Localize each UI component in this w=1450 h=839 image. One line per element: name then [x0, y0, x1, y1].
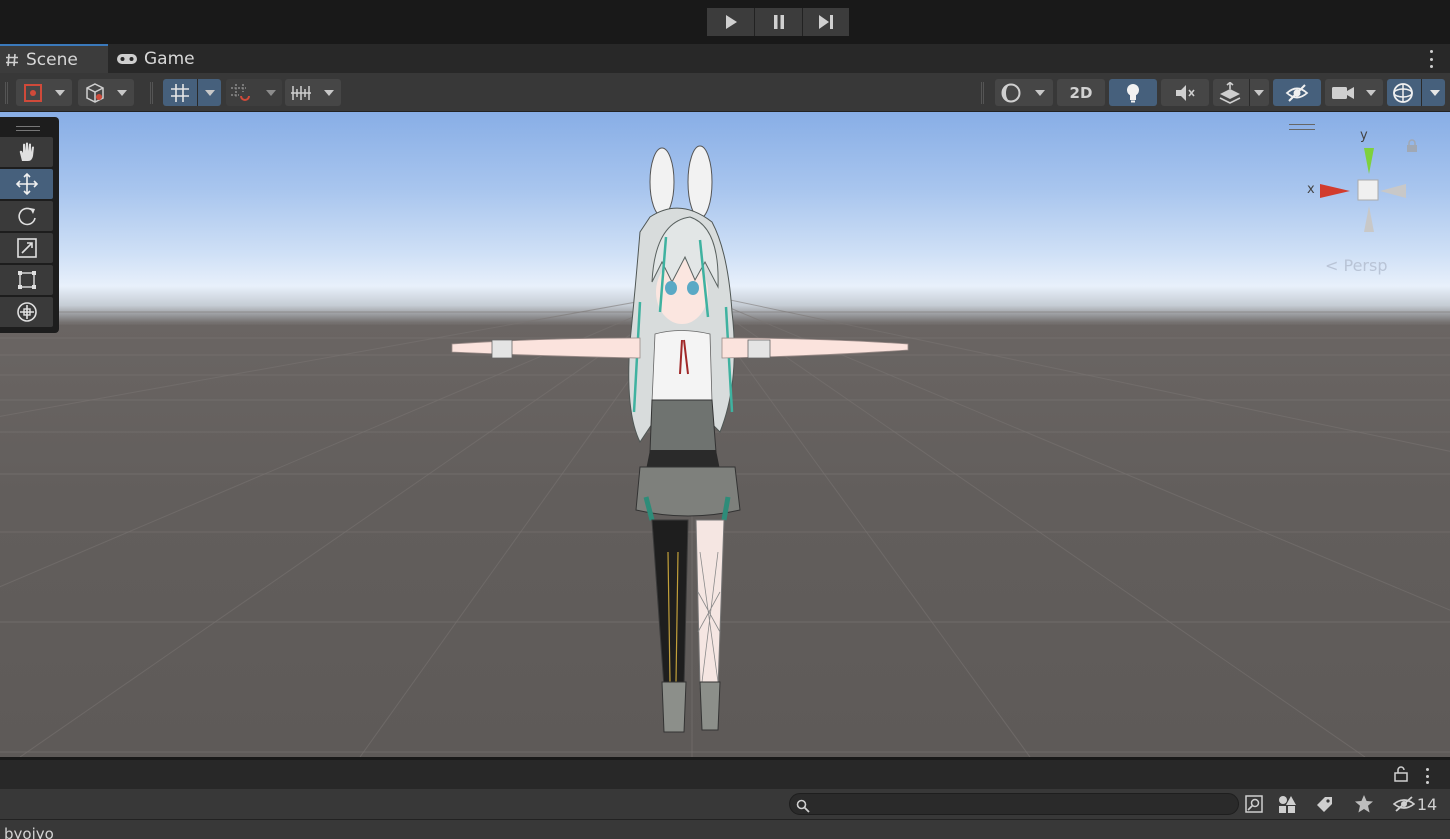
projection-toggle[interactable]: < Persp — [1325, 256, 1387, 275]
scene-grid — [0, 145, 1450, 757]
toolbar-grip — [5, 82, 8, 104]
lightbulb-icon — [1127, 83, 1139, 102]
eye-hidden-icon — [1285, 83, 1309, 102]
search-window-icon — [1245, 795, 1263, 813]
chevron-down-icon — [55, 90, 65, 96]
gizmo-y-label: y — [1360, 128, 1368, 143]
hand-tool-button[interactable] — [0, 137, 53, 167]
shapes-icon — [1279, 796, 1296, 813]
chevron-down-icon — [1254, 90, 1264, 96]
gizmo-drag-handle[interactable] — [1289, 124, 1315, 130]
play-controls — [707, 8, 849, 36]
gizmo-icon — [1393, 83, 1413, 103]
hierarchy-root-item[interactable]: byoiyo — [4, 825, 54, 839]
transform-tool-button[interactable] — [0, 297, 53, 327]
chevron-down-icon — [266, 90, 276, 96]
tab-scene[interactable]: Scene — [0, 44, 108, 73]
toolbar-grip — [981, 82, 984, 104]
camera-settings-dropdown[interactable] — [1325, 79, 1383, 106]
rotate-tool-button[interactable] — [0, 201, 53, 231]
step-icon — [819, 15, 833, 29]
play-icon — [725, 15, 737, 29]
gamepad-icon — [116, 52, 138, 66]
search-scope-button[interactable] — [1240, 793, 1268, 815]
rotate-icon — [17, 207, 36, 226]
gizmos-dropdown[interactable] — [1387, 79, 1445, 106]
chevron-down-icon — [1430, 90, 1440, 96]
scene-visibility-toggle[interactable] — [1273, 79, 1321, 106]
chevron-down-icon — [324, 90, 334, 96]
tab-scene-label: Scene — [26, 49, 78, 70]
hash-icon — [4, 52, 20, 68]
eye-hidden-icon — [1392, 796, 1415, 812]
audio-toggle[interactable] — [1161, 79, 1209, 106]
hierarchy-toolbar: 14 — [0, 789, 1450, 819]
grid-icon — [171, 84, 189, 102]
increment-snap-dropdown[interactable] — [285, 79, 341, 106]
tag-icon — [1317, 797, 1332, 812]
draw-mode-icon — [24, 84, 42, 102]
move-icon — [15, 172, 38, 196]
scale-tool-button[interactable] — [0, 233, 53, 263]
hidden-count: 14 — [1416, 794, 1438, 814]
pause-icon — [773, 15, 784, 29]
rect-icon — [17, 271, 36, 289]
panel-menu-button[interactable] — [1424, 768, 1430, 784]
tool-palette — [0, 117, 59, 333]
sphere-icon — [1001, 83, 1021, 103]
star-icon — [1355, 795, 1373, 813]
tab-game-label: Game — [144, 48, 195, 69]
chevron-down-icon — [205, 90, 215, 96]
lighting-toggle[interactable] — [1109, 79, 1157, 106]
rect-tool-button[interactable] — [0, 265, 53, 295]
chevron-down-icon — [1035, 90, 1045, 96]
filter-by-label-button[interactable] — [1310, 793, 1338, 815]
hierarchy-search-field[interactable] — [789, 793, 1239, 815]
grid-snap-toggle[interactable] — [226, 79, 282, 106]
scale-icon — [16, 238, 37, 258]
chevron-down-icon — [117, 90, 127, 96]
hierarchy-tab-strip — [0, 757, 1450, 789]
camera-icon — [1332, 87, 1354, 99]
favorites-button[interactable] — [1350, 793, 1378, 815]
palette-drag-handle[interactable] — [0, 121, 55, 135]
transform-icon — [16, 302, 37, 322]
hierarchy-list: byoiyo — [0, 819, 1450, 839]
unity-editor: Scene Game 2D y x < Persp 14 byoiyo — [0, 0, 1450, 839]
scene-viewport[interactable] — [0, 112, 1450, 757]
shading-mode-dropdown[interactable] — [995, 79, 1053, 106]
move-tool-button[interactable] — [0, 169, 53, 199]
pause-button[interactable] — [755, 8, 803, 36]
render-mode-dropdown[interactable] — [78, 79, 134, 106]
search-icon — [796, 798, 810, 817]
tab-game[interactable]: Game — [116, 44, 212, 73]
ruler-icon — [291, 86, 311, 100]
avatar-model[interactable] — [451, 145, 909, 733]
play-toolbar — [0, 0, 1450, 44]
play-button[interactable] — [707, 8, 755, 36]
layers-icon — [1219, 82, 1241, 104]
chevron-down-icon — [1366, 90, 1376, 96]
draw-mode-dropdown[interactable] — [16, 79, 72, 106]
toolbar-grip — [150, 82, 153, 104]
lock-icon[interactable] — [1406, 139, 1418, 153]
tab-menu-button[interactable] — [1428, 50, 1434, 68]
effects-dropdown[interactable] — [1213, 79, 1269, 106]
snap-icon — [231, 84, 250, 101]
hand-icon — [19, 142, 34, 161]
panel-lock-icon[interactable] — [1394, 766, 1408, 782]
speaker-mute-icon — [1176, 84, 1195, 101]
hidden-packages-toggle[interactable]: 14 — [1390, 793, 1440, 815]
scene-toolbar: 2D — [0, 73, 1450, 112]
2d-mode-label: 2D — [1069, 83, 1093, 102]
filter-by-type-button[interactable] — [1273, 793, 1301, 815]
step-button[interactable] — [803, 8, 849, 36]
cube-icon — [86, 83, 104, 103]
2d-mode-toggle[interactable]: 2D — [1057, 79, 1105, 106]
grid-visibility-toggle[interactable] — [163, 79, 221, 106]
orientation-gizmo[interactable] — [1318, 140, 1418, 236]
tab-strip: Scene Game — [0, 44, 1450, 73]
gizmo-x-label: x — [1307, 182, 1315, 197]
